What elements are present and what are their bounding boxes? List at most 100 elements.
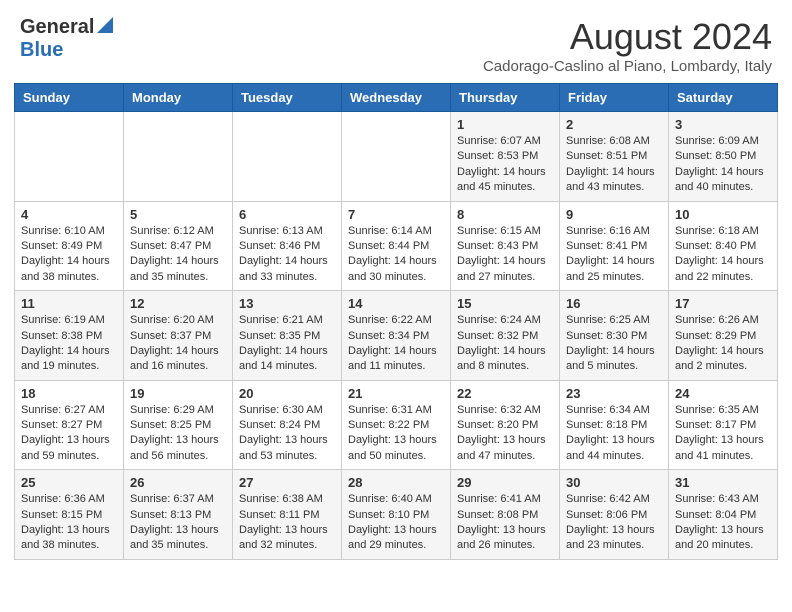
- day-number: 3: [675, 117, 771, 132]
- day-cell-7: 7Sunrise: 6:14 AMSunset: 8:44 PMDaylight…: [342, 201, 451, 291]
- day-info: Sunrise: 6:20 AM: [130, 313, 226, 328]
- week-row-2: 4Sunrise: 6:10 AMSunset: 8:49 PMDaylight…: [15, 201, 778, 291]
- day-number: 18: [21, 386, 117, 401]
- day-number: 7: [348, 207, 444, 222]
- day-number: 29: [457, 475, 553, 490]
- day-info: Sunset: 8:17 PM: [675, 418, 771, 433]
- calendar: SundayMondayTuesdayWednesdayThursdayFrid…: [0, 83, 792, 574]
- day-number: 22: [457, 386, 553, 401]
- day-cell-6: 6Sunrise: 6:13 AMSunset: 8:46 PMDaylight…: [233, 201, 342, 291]
- day-info: Daylight: 13 hours and 44 minutes.: [566, 433, 662, 464]
- day-info: Daylight: 14 hours and 27 minutes.: [457, 254, 553, 285]
- day-number: 17: [675, 296, 771, 311]
- day-info: Sunset: 8:43 PM: [457, 239, 553, 254]
- day-number: 4: [21, 207, 117, 222]
- week-row-4: 18Sunrise: 6:27 AMSunset: 8:27 PMDayligh…: [15, 380, 778, 470]
- day-info: Sunset: 8:15 PM: [21, 508, 117, 523]
- day-info: Daylight: 14 hours and 25 minutes.: [566, 254, 662, 285]
- day-info: Daylight: 14 hours and 16 minutes.: [130, 344, 226, 375]
- day-cell-30: 30Sunrise: 6:42 AMSunset: 8:06 PMDayligh…: [560, 470, 669, 560]
- day-info: Sunset: 8:41 PM: [566, 239, 662, 254]
- day-info: Sunset: 8:11 PM: [239, 508, 335, 523]
- day-number: 10: [675, 207, 771, 222]
- day-cell-2: 2Sunrise: 6:08 AMSunset: 8:51 PMDaylight…: [560, 112, 669, 202]
- day-number: 5: [130, 207, 226, 222]
- day-number: 19: [130, 386, 226, 401]
- page-header: General Blue August 2024 Cadorago-Caslin…: [0, 0, 792, 83]
- day-info: Sunrise: 6:24 AM: [457, 313, 553, 328]
- day-info: Sunset: 8:13 PM: [130, 508, 226, 523]
- col-header-thursday: Thursday: [451, 84, 560, 112]
- day-info: Daylight: 14 hours and 22 minutes.: [675, 254, 771, 285]
- day-info: Sunrise: 6:42 AM: [566, 492, 662, 507]
- col-header-sunday: Sunday: [15, 84, 124, 112]
- month-year: August 2024: [483, 16, 772, 58]
- day-cell-25: 25Sunrise: 6:36 AMSunset: 8:15 PMDayligh…: [15, 470, 124, 560]
- day-number: 23: [566, 386, 662, 401]
- day-info: Sunset: 8:24 PM: [239, 418, 335, 433]
- day-cell-8: 8Sunrise: 6:15 AMSunset: 8:43 PMDaylight…: [451, 201, 560, 291]
- day-info: Sunset: 8:53 PM: [457, 149, 553, 164]
- day-info: Sunrise: 6:16 AM: [566, 224, 662, 239]
- day-cell-20: 20Sunrise: 6:30 AMSunset: 8:24 PMDayligh…: [233, 380, 342, 470]
- day-cell-10: 10Sunrise: 6:18 AMSunset: 8:40 PMDayligh…: [669, 201, 778, 291]
- day-info: Sunrise: 6:21 AM: [239, 313, 335, 328]
- day-cell-4: 4Sunrise: 6:10 AMSunset: 8:49 PMDaylight…: [15, 201, 124, 291]
- day-number: 13: [239, 296, 335, 311]
- day-cell-26: 26Sunrise: 6:37 AMSunset: 8:13 PMDayligh…: [124, 470, 233, 560]
- logo-general: General: [20, 16, 94, 39]
- day-number: 16: [566, 296, 662, 311]
- day-info: Sunset: 8:47 PM: [130, 239, 226, 254]
- day-cell-16: 16Sunrise: 6:25 AMSunset: 8:30 PMDayligh…: [560, 291, 669, 381]
- day-info: Daylight: 14 hours and 11 minutes.: [348, 344, 444, 375]
- day-cell-24: 24Sunrise: 6:35 AMSunset: 8:17 PMDayligh…: [669, 380, 778, 470]
- day-info: Daylight: 14 hours and 38 minutes.: [21, 254, 117, 285]
- day-info: Sunrise: 6:29 AM: [130, 403, 226, 418]
- day-number: 20: [239, 386, 335, 401]
- day-cell-31: 31Sunrise: 6:43 AMSunset: 8:04 PMDayligh…: [669, 470, 778, 560]
- day-number: 24: [675, 386, 771, 401]
- day-number: 8: [457, 207, 553, 222]
- day-info: Daylight: 14 hours and 14 minutes.: [239, 344, 335, 375]
- day-info: Sunset: 8:32 PM: [457, 329, 553, 344]
- day-info: Daylight: 13 hours and 20 minutes.: [675, 523, 771, 554]
- logo: General Blue: [20, 16, 113, 62]
- day-number: 26: [130, 475, 226, 490]
- day-info: Daylight: 14 hours and 45 minutes.: [457, 165, 553, 196]
- col-header-wednesday: Wednesday: [342, 84, 451, 112]
- day-cell-15: 15Sunrise: 6:24 AMSunset: 8:32 PMDayligh…: [451, 291, 560, 381]
- day-number: 9: [566, 207, 662, 222]
- day-info: Sunrise: 6:38 AM: [239, 492, 335, 507]
- day-info: Daylight: 13 hours and 41 minutes.: [675, 433, 771, 464]
- day-info: Daylight: 14 hours and 8 minutes.: [457, 344, 553, 375]
- day-info: Sunrise: 6:07 AM: [457, 134, 553, 149]
- day-number: 14: [348, 296, 444, 311]
- day-info: Sunrise: 6:36 AM: [21, 492, 117, 507]
- day-info: Sunset: 8:44 PM: [348, 239, 444, 254]
- calendar-header: SundayMondayTuesdayWednesdayThursdayFrid…: [15, 84, 778, 112]
- day-info: Sunset: 8:04 PM: [675, 508, 771, 523]
- day-info: Daylight: 14 hours and 35 minutes.: [130, 254, 226, 285]
- col-header-saturday: Saturday: [669, 84, 778, 112]
- day-cell-1: 1Sunrise: 6:07 AMSunset: 8:53 PMDaylight…: [451, 112, 560, 202]
- day-info: Sunset: 8:35 PM: [239, 329, 335, 344]
- day-cell-23: 23Sunrise: 6:34 AMSunset: 8:18 PMDayligh…: [560, 380, 669, 470]
- day-number: 12: [130, 296, 226, 311]
- day-cell-5: 5Sunrise: 6:12 AMSunset: 8:47 PMDaylight…: [124, 201, 233, 291]
- day-info: Sunrise: 6:40 AM: [348, 492, 444, 507]
- day-number: 27: [239, 475, 335, 490]
- day-cell-9: 9 Sunrise: 6:16 AMSunset: 8:41 PMDaylight…: [560, 201, 669, 291]
- location: Cadorago-Caslino al Piano, Lombardy, Ita…: [483, 58, 772, 75]
- logo-triangle-icon: [97, 17, 113, 38]
- week-row-3: 11Sunrise: 6:19 AMSunset: 8:38 PMDayligh…: [15, 291, 778, 381]
- day-info: Sunset: 8:38 PM: [21, 329, 117, 344]
- day-cell-empty-1: [124, 112, 233, 202]
- day-info: Daylight: 13 hours and 38 minutes.: [21, 523, 117, 554]
- day-number: 30: [566, 475, 662, 490]
- day-info: Sunrise: 6:10 AM: [21, 224, 117, 239]
- day-info: Sunset: 8:29 PM: [675, 329, 771, 344]
- day-info: Sunrise: 6:26 AM: [675, 313, 771, 328]
- day-cell-12: 12Sunrise: 6:20 AMSunset: 8:37 PMDayligh…: [124, 291, 233, 381]
- day-info: Sunrise: 6:08 AM: [566, 134, 662, 149]
- day-info: Sunset: 8:27 PM: [21, 418, 117, 433]
